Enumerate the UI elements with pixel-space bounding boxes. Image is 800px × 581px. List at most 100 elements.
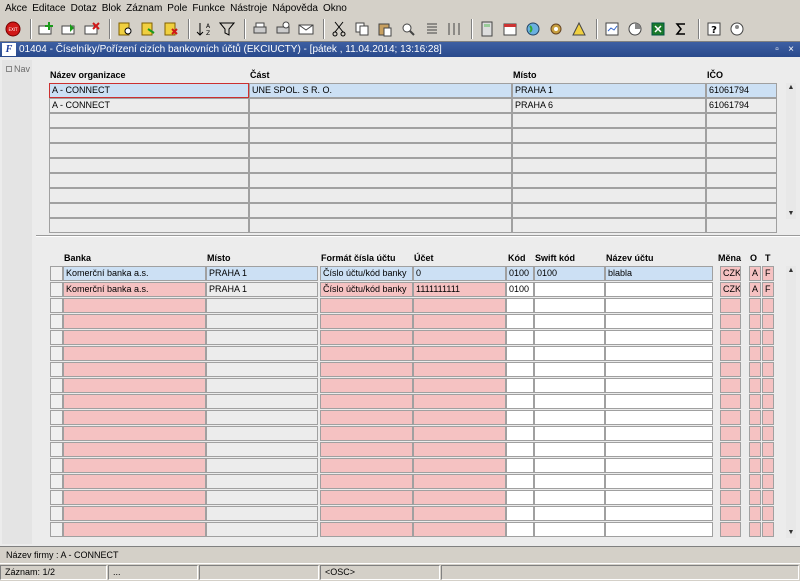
currency-field[interactable] — [720, 506, 741, 521]
upper-scrollbar[interactable]: ▲ ▼ — [786, 83, 796, 219]
currency-field[interactable] — [720, 410, 741, 425]
org-name-field[interactable]: A - CONNECT — [49, 98, 249, 113]
t-field[interactable] — [762, 458, 774, 473]
t-field[interactable]: F — [762, 282, 774, 297]
org-part-field[interactable] — [249, 113, 512, 128]
row-indicator[interactable] — [50, 410, 63, 425]
t-field[interactable] — [762, 330, 774, 345]
scroll-up-icon[interactable]: ▲ — [786, 83, 796, 93]
org-part-field[interactable]: UNE SPOL. S R. O. — [249, 83, 512, 98]
account-format-field[interactable] — [320, 378, 413, 393]
account-name-field[interactable] — [605, 474, 713, 489]
org-place-field[interactable] — [512, 218, 706, 233]
print-setup-icon[interactable] — [273, 19, 293, 39]
account-format-field[interactable] — [320, 410, 413, 425]
menu-dotaz[interactable]: Dotaz — [70, 3, 101, 14]
list-icon[interactable] — [421, 19, 441, 39]
o-field[interactable] — [749, 330, 761, 345]
org-place-field[interactable] — [512, 143, 706, 158]
org-place-field[interactable] — [512, 113, 706, 128]
org-ico-field[interactable] — [706, 113, 777, 128]
swift-code-field[interactable] — [534, 490, 605, 505]
t-field[interactable] — [762, 362, 774, 377]
account-number-field[interactable] — [413, 458, 506, 473]
o-field[interactable] — [749, 314, 761, 329]
filter-icon[interactable] — [217, 19, 237, 39]
bank-place-field[interactable] — [206, 522, 318, 537]
swift-code-field[interactable] — [534, 506, 605, 521]
swift-code-field[interactable]: 0100 — [534, 266, 605, 281]
o-field[interactable] — [749, 458, 761, 473]
org-ico-field[interactable] — [706, 143, 777, 158]
menu-blok[interactable]: Blok — [101, 3, 125, 14]
currency-field[interactable] — [720, 330, 741, 345]
swift-code-field[interactable] — [534, 474, 605, 489]
bank-name-field[interactable] — [63, 458, 206, 473]
row-indicator[interactable] — [50, 442, 63, 457]
o-field[interactable] — [749, 474, 761, 489]
account-number-field[interactable]: 0 — [413, 266, 506, 281]
globe-icon[interactable] — [523, 19, 543, 39]
o-field[interactable]: A — [749, 266, 761, 281]
t-field[interactable] — [762, 426, 774, 441]
account-name-field[interactable] — [605, 330, 713, 345]
t-field[interactable] — [762, 490, 774, 505]
t-field[interactable] — [762, 442, 774, 457]
paste-icon[interactable] — [375, 19, 395, 39]
org-name-field[interactable] — [49, 203, 249, 218]
org-name-field[interactable] — [49, 218, 249, 233]
org-part-field[interactable] — [249, 143, 512, 158]
account-name-field[interactable] — [605, 442, 713, 457]
account-number-field[interactable]: 1111111111 — [413, 282, 506, 297]
columns-icon[interactable] — [444, 19, 464, 39]
account-number-field[interactable] — [413, 474, 506, 489]
bank-name-field[interactable] — [63, 474, 206, 489]
org-name-field[interactable] — [49, 173, 249, 188]
o-field[interactable] — [749, 426, 761, 441]
account-name-field[interactable] — [605, 378, 713, 393]
org-part-field[interactable] — [249, 128, 512, 143]
org-name-field[interactable] — [49, 158, 249, 173]
bank-place-field[interactable] — [206, 346, 318, 361]
swift-code-field[interactable] — [534, 282, 605, 297]
t-field[interactable] — [762, 346, 774, 361]
calendar-icon[interactable] — [500, 19, 520, 39]
bank-code-field[interactable] — [506, 442, 534, 457]
swift-code-field[interactable] — [534, 330, 605, 345]
account-number-field[interactable] — [413, 522, 506, 537]
org-place-field[interactable]: PRAHA 1 — [512, 83, 706, 98]
bank-name-field[interactable]: Komerční banka a.s. — [63, 282, 206, 297]
swift-code-field[interactable] — [534, 410, 605, 425]
t-field[interactable] — [762, 314, 774, 329]
account-number-field[interactable] — [413, 330, 506, 345]
swift-code-field[interactable] — [534, 394, 605, 409]
bank-code-field[interactable] — [506, 298, 534, 313]
account-number-field[interactable] — [413, 410, 506, 425]
o-field[interactable] — [749, 362, 761, 377]
bank-place-field[interactable] — [206, 410, 318, 425]
account-number-field[interactable] — [413, 346, 506, 361]
o-field[interactable] — [749, 410, 761, 425]
account-name-field[interactable] — [605, 426, 713, 441]
account-number-field[interactable] — [413, 426, 506, 441]
warning-icon[interactable] — [569, 19, 589, 39]
swift-code-field[interactable] — [534, 458, 605, 473]
t-field[interactable] — [762, 474, 774, 489]
row-indicator[interactable] — [50, 362, 63, 377]
menu-akce[interactable]: Akce — [4, 3, 31, 14]
org-part-field[interactable] — [249, 188, 512, 203]
bank-place-field[interactable] — [206, 442, 318, 457]
bank-code-field[interactable] — [506, 314, 534, 329]
menu-pole[interactable]: Pole — [166, 3, 191, 14]
row-indicator[interactable] — [50, 394, 63, 409]
row-indicator[interactable] — [50, 522, 63, 537]
bank-code-field[interactable] — [506, 394, 534, 409]
bank-name-field[interactable] — [63, 394, 206, 409]
account-format-field[interactable] — [320, 426, 413, 441]
account-name-field[interactable] — [605, 458, 713, 473]
currency-field[interactable] — [720, 490, 741, 505]
t-field[interactable] — [762, 378, 774, 393]
bank-place-field[interactable] — [206, 330, 318, 345]
row-indicator[interactable] — [50, 426, 63, 441]
swift-code-field[interactable] — [534, 522, 605, 537]
